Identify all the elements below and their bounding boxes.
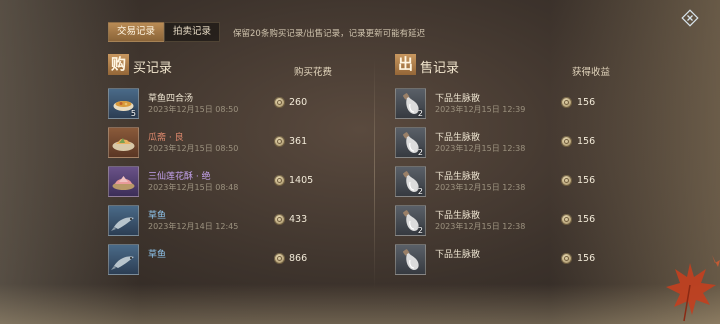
item-name: 下品生脉散 (435, 250, 481, 260)
tab-auction-records[interactable]: 拍卖记录 (164, 22, 220, 42)
buy-record-row[interactable]: 草鱼 2023年12月14日 12:45 433 (108, 205, 370, 237)
purchase-cost: 260 (289, 97, 308, 108)
item-name: 下品生脉散 (435, 133, 481, 143)
item-name: 草鱼四合汤 (148, 94, 194, 104)
record-timestamp: 2023年12月15日 08:50 (148, 105, 239, 114)
sell-income-header: 获得收益 (572, 67, 611, 78)
purchase-cost: 1405 (289, 175, 314, 186)
medicine-bottle-icon (403, 249, 419, 270)
dish-icon (112, 138, 135, 151)
item-quantity: 2 (417, 187, 423, 196)
fish-icon (111, 256, 134, 270)
sell-record-row[interactable]: 2 下品生脉散 2023年12月15日 12:38 156 (395, 205, 635, 237)
panel-divider (374, 58, 375, 290)
item-name: 草鱼 (148, 211, 167, 221)
buy-record-row[interactable]: 草鱼 866 (108, 244, 370, 276)
item-thumbnail[interactable] (108, 205, 139, 236)
record-timestamp: 2023年12月15日 12:38 (435, 222, 526, 231)
coin-icon (274, 175, 285, 186)
sell-title-badge: 出 (395, 54, 416, 75)
item-quantity: 2 (417, 109, 423, 118)
sale-income: 156 (577, 214, 596, 225)
buy-record-row[interactable]: 5 草鱼四合汤 2023年12月15日 08:50 260 (108, 88, 370, 120)
record-timestamp: 2023年12月15日 12:38 (435, 183, 526, 192)
item-thumbnail[interactable]: 2 (395, 166, 426, 197)
item-name: 下品生脉散 (435, 211, 481, 221)
coin-icon (561, 175, 572, 186)
coin-icon (274, 136, 285, 147)
coin-icon (274, 214, 285, 225)
close-icon (681, 9, 699, 27)
fish-icon (111, 217, 134, 231)
purchase-cost: 361 (289, 136, 308, 147)
item-thumbnail[interactable] (108, 127, 139, 158)
sale-income: 156 (577, 97, 596, 108)
sale-income: 156 (577, 175, 596, 186)
buy-record-row[interactable]: 三仙莲花酥 · 绝 2023年12月15日 08:48 1405 (108, 166, 370, 198)
item-quantity: 5 (130, 109, 136, 118)
coin-icon (274, 97, 285, 108)
coin-icon (274, 253, 285, 264)
sale-income: 156 (577, 253, 596, 264)
buy-cost-header: 购买花费 (294, 67, 333, 78)
sell-title: 售记录 (420, 61, 460, 76)
sell-record-row[interactable]: 2 下品生脉散 2023年12月15日 12:38 156 (395, 127, 635, 159)
buy-title: 买记录 (133, 61, 173, 76)
sell-record-row[interactable]: 2 下品生脉散 2023年12月15日 12:39 156 (395, 88, 635, 120)
sell-record-row[interactable]: 2 下品生脉散 2023年12月15日 12:38 156 (395, 166, 635, 198)
coin-icon (561, 214, 572, 225)
item-name: 三仙莲花酥 · 绝 (148, 172, 211, 182)
item-name: 下品生脉散 (435, 172, 481, 182)
purchase-cost: 866 (289, 253, 308, 264)
record-timestamp: 2023年12月15日 08:50 (148, 144, 239, 153)
record-timestamp: 2023年12月15日 12:38 (435, 144, 526, 153)
coin-icon (561, 253, 572, 264)
sale-income: 156 (577, 136, 596, 147)
sell-record-row[interactable]: 下品生脉散 156 (395, 244, 635, 276)
buy-title-badge: 购 (108, 54, 129, 75)
item-thumbnail[interactable] (395, 244, 426, 275)
item-thumbnail[interactable]: 2 (395, 127, 426, 158)
maple-leaf-decoration-icon (666, 255, 720, 322)
background-bottom-glow (0, 284, 720, 324)
close-button[interactable] (681, 9, 699, 27)
item-thumbnail[interactable] (108, 166, 139, 197)
buy-record-row[interactable]: 瓜斋 · 良 2023年12月15日 08:50 361 (108, 127, 370, 159)
item-name: 草鱼 (148, 250, 167, 260)
item-thumbnail[interactable] (108, 244, 139, 275)
item-thumbnail[interactable]: 2 (395, 88, 426, 119)
retention-notice: 保留20条购买记录/出售记录，记录更新可能有延迟 (233, 29, 426, 39)
item-name: 瓜斋 · 良 (148, 133, 184, 143)
item-quantity: 2 (417, 148, 423, 157)
purchase-cost: 433 (289, 214, 308, 225)
record-timestamp: 2023年12月15日 08:48 (148, 183, 239, 192)
pastry-icon (112, 176, 135, 190)
record-timestamp: 2023年12月14日 12:45 (148, 222, 239, 231)
item-name: 下品生脉散 (435, 94, 481, 104)
coin-icon (561, 97, 572, 108)
item-thumbnail[interactable]: 2 (395, 205, 426, 236)
tab-trade-records[interactable]: 交易记录 (108, 22, 164, 42)
item-quantity: 2 (417, 226, 423, 235)
record-tabs: 交易记录 拍卖记录 (108, 22, 220, 42)
record-timestamp: 2023年12月15日 12:39 (435, 105, 526, 114)
coin-icon (561, 136, 572, 147)
item-thumbnail[interactable]: 5 (108, 88, 139, 119)
